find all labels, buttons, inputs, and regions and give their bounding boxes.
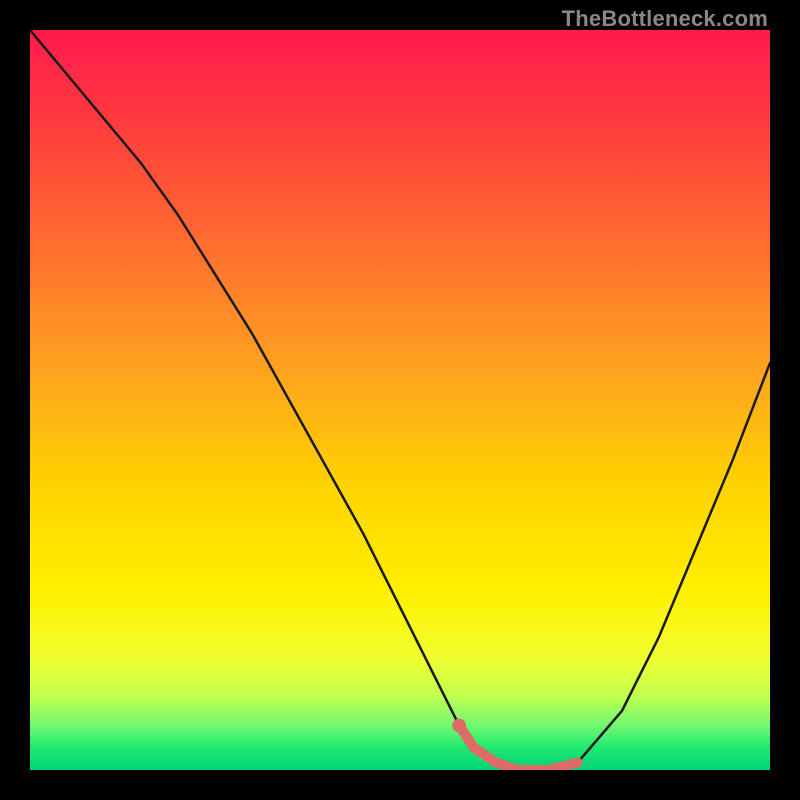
chart-frame: TheBottleneck.com xyxy=(0,0,800,800)
gradient-background xyxy=(30,30,770,770)
watermark-label: TheBottleneck.com xyxy=(562,6,768,32)
